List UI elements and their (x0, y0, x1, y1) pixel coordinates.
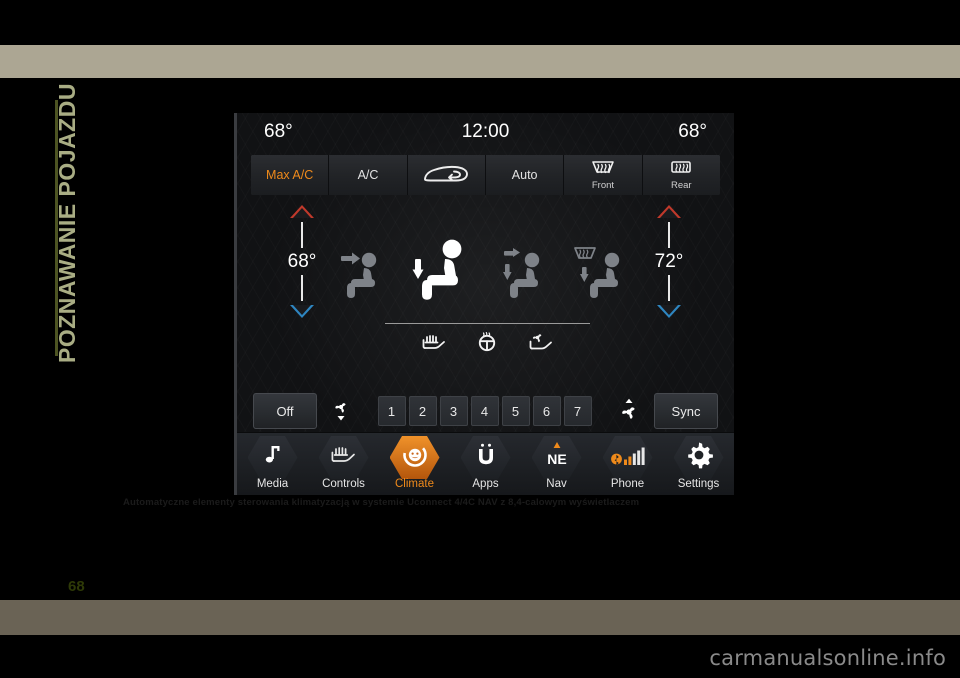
ac-button[interactable]: A/C (329, 155, 408, 195)
signal-bars-icon (609, 439, 647, 470)
passenger-temp-stem-lower (668, 275, 670, 301)
rear-defrost-button[interactable]: Rear (642, 155, 720, 195)
front-defrost-icon (590, 160, 616, 179)
fan-speed-2[interactable]: 2 (408, 396, 437, 426)
nav-label-climate: Climate (395, 478, 434, 490)
front-defrost-label: Front (591, 179, 615, 191)
fan-speed-4[interactable]: 4 (470, 396, 499, 426)
figure-caption: Automatyczne elementy sterowania klimaty… (123, 497, 640, 508)
fan-speed-6[interactable]: 6 (532, 396, 561, 426)
passenger-temp-stem-upper (668, 222, 670, 248)
fan-speed-steps: 1 2 3 4 5 6 7 (365, 396, 604, 426)
driver-temp-value: 68° (287, 251, 317, 272)
mode-face-icon[interactable] (333, 239, 395, 306)
mode-floor-icon[interactable] (496, 239, 558, 306)
auto-label: Auto (511, 167, 538, 182)
climate-main-area: 68° 72° (237, 195, 734, 385)
nav-item-settings[interactable]: Settings (663, 433, 734, 495)
nav-item-media[interactable]: Media (237, 433, 308, 495)
nav-item-apps[interactable]: Apps (450, 433, 521, 495)
bottom-nav-bar: Media Controls Climate Apps NE Nav Phone… (237, 432, 734, 495)
page-number: 68 (68, 578, 85, 595)
airflow-mode-group (333, 217, 638, 327)
climate-fan-icon (396, 439, 434, 470)
max-ac-button[interactable]: Max A/C (251, 155, 330, 195)
front-defrost-button[interactable]: Front (564, 155, 643, 195)
section-title: POZNAWANIE POJAZDU (54, 83, 80, 363)
fan-speed-1[interactable]: 1 (377, 396, 406, 426)
sync-button[interactable]: Sync (654, 393, 718, 429)
fan-off-label: Off (276, 403, 294, 419)
uconnect-screen: 68° 12:00 68° Max A/C A/C Auto Front Rea… (234, 113, 734, 495)
recirculation-icon (422, 163, 470, 188)
driver-temp-up-icon[interactable] (290, 205, 314, 218)
nav-item-controls[interactable]: Controls (308, 433, 379, 495)
clock: 12:00 (461, 121, 510, 142)
fan-speed-5[interactable]: 5 (501, 396, 530, 426)
ac-label: A/C (357, 167, 379, 182)
svg-text:NE: NE (547, 451, 566, 467)
passenger-temp-down-icon[interactable] (657, 305, 681, 318)
passenger-temp-value: 72° (654, 251, 684, 272)
nav-label-nav: Nav (546, 478, 567, 490)
nav-label-controls: Controls (322, 478, 365, 490)
nav-label-settings: Settings (677, 478, 720, 490)
nav-label-apps: Apps (472, 478, 499, 490)
driver-temp-control: 68° (262, 205, 342, 318)
gear-icon (680, 439, 718, 470)
uconnect-u-icon (467, 439, 505, 470)
heated-steering-wheel-icon[interactable] (475, 332, 499, 357)
max-ac-label: Max A/C (266, 167, 314, 182)
nav-item-nav[interactable]: NE Nav (521, 433, 592, 495)
comfort-controls (385, 323, 590, 357)
mode-face-floor-icon[interactable] (407, 232, 483, 313)
fan-speed-row: Off 1 2 3 4 5 6 7 Sync (237, 385, 734, 437)
auto-button[interactable]: Auto (485, 155, 565, 195)
fan-decrease-icon[interactable] (331, 399, 351, 423)
top-decorative-band (0, 45, 960, 78)
rear-defrost-label: Rear (671, 179, 692, 191)
heated-seat-icon (325, 439, 363, 470)
heated-seat-icon[interactable] (421, 332, 447, 357)
comfort-divider (385, 323, 590, 324)
bottom-decorative-band (0, 600, 960, 635)
rear-defrost-icon (669, 160, 693, 179)
driver-temp-stem-lower (301, 275, 303, 301)
sync-label: Sync (671, 403, 701, 419)
passenger-temp-status: 68° (678, 121, 707, 142)
fan-speed-3[interactable]: 3 (439, 396, 468, 426)
nav-label-phone: Phone (610, 478, 645, 490)
ventilated-seat-icon[interactable] (528, 332, 554, 357)
site-watermark: carmanualsonline.info (709, 646, 946, 670)
nav-item-phone[interactable]: Phone (592, 433, 663, 495)
status-bar: 68° 12:00 68° (237, 113, 734, 155)
driver-temp-down-icon[interactable] (290, 305, 314, 318)
climate-top-buttons: Max A/C A/C Auto Front Rear (251, 155, 720, 195)
mode-defrost-floor-icon[interactable] (570, 239, 638, 306)
driver-temp-stem-upper (301, 222, 303, 248)
recirculation-button[interactable] (407, 155, 486, 195)
fan-speed-7[interactable]: 7 (563, 396, 592, 426)
fan-off-button[interactable]: Off (253, 393, 317, 429)
passenger-temp-up-icon[interactable] (657, 205, 681, 218)
nav-item-climate[interactable]: Climate (379, 433, 450, 495)
music-note-icon (254, 439, 292, 470)
nav-label-media: Media (256, 478, 289, 490)
compass-ne-icon: NE (538, 439, 576, 470)
fan-increase-icon[interactable] (618, 398, 640, 424)
passenger-temp-control: 72° (629, 205, 709, 318)
